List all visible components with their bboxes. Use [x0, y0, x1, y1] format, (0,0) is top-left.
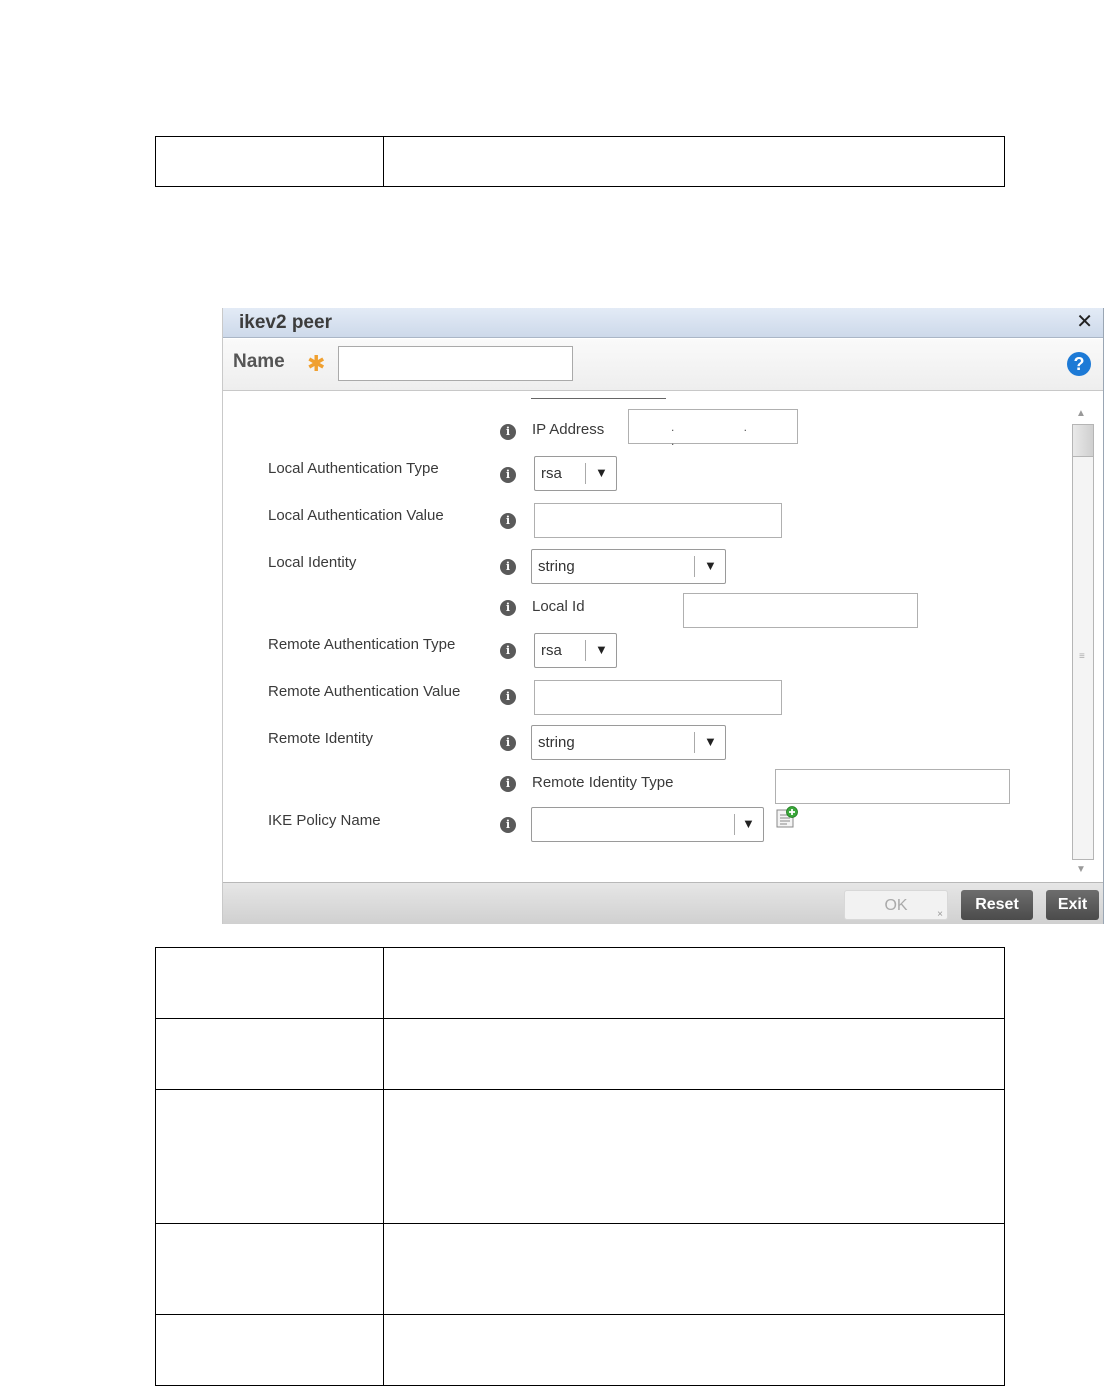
name-label: Name	[233, 351, 285, 372]
ok-button[interactable]: OK ×	[844, 890, 948, 920]
name-row: Name ✱ ?	[223, 339, 1103, 391]
info-icon[interactable]: i	[500, 600, 516, 616]
chevron-down-icon: ▼	[595, 642, 608, 657]
remote-auth-type-label: Remote Authentication Type	[268, 636, 456, 653]
bottom-doc-table	[155, 947, 1005, 1386]
table-row	[155, 1089, 1005, 1224]
remote-auth-value-input[interactable]	[534, 680, 782, 715]
table-row	[155, 947, 1005, 1019]
local-auth-type-label: Local Authentication Type	[268, 460, 439, 477]
select-separator	[585, 463, 586, 484]
info-icon[interactable]: i	[500, 817, 516, 833]
info-icon[interactable]: i	[500, 735, 516, 751]
ike-policy-name-label: IKE Policy Name	[268, 812, 381, 829]
remote-identity-value: string	[538, 734, 575, 751]
scroll-track[interactable]: ≡	[1072, 424, 1094, 860]
table-cell	[155, 1018, 384, 1090]
ip-address-label: IP Address	[532, 421, 605, 438]
help-icon[interactable]: ?	[1067, 352, 1091, 376]
form-area: i IP Address . . . Local Authentication …	[223, 392, 1103, 882]
local-identity-select[interactable]: string ▼	[531, 549, 726, 584]
table-cell	[155, 136, 384, 187]
table-cell	[155, 1314, 384, 1386]
scroll-up-icon[interactable]: ▲	[1076, 408, 1086, 419]
reset-button[interactable]: Reset	[961, 890, 1033, 920]
remote-identity-type-label: Remote Identity Type	[532, 774, 674, 791]
local-identity-value: string	[538, 558, 575, 575]
remote-auth-type-select[interactable]: rsa ▼	[534, 633, 617, 668]
ip-address-input[interactable]: . . .	[628, 409, 798, 448]
chevron-down-icon: ▼	[595, 465, 608, 480]
local-auth-type-select[interactable]: rsa ▼	[534, 456, 617, 491]
local-id-input[interactable]	[683, 593, 918, 628]
info-icon[interactable]: i	[500, 689, 516, 705]
chevron-down-icon: ▼	[704, 734, 717, 749]
local-auth-value-input[interactable]	[534, 503, 782, 538]
info-icon[interactable]: i	[500, 513, 516, 529]
chevron-down-icon: ▼	[742, 816, 755, 831]
table-row	[155, 1223, 1005, 1315]
table-cell	[383, 136, 1005, 187]
table-cell	[383, 1223, 1005, 1315]
add-document-icon[interactable]	[776, 806, 798, 828]
select-separator	[694, 732, 695, 753]
table-cell	[155, 1089, 384, 1224]
select-separator	[585, 640, 586, 661]
scroll-thumb[interactable]	[1073, 425, 1093, 457]
table-cell	[155, 1223, 384, 1315]
remote-identity-select[interactable]: string ▼	[531, 725, 726, 760]
chevron-down-icon: ▼	[704, 558, 717, 573]
vertical-scrollbar[interactable]: ▲ ≡ ▼	[1072, 408, 1094, 876]
scroll-down-icon[interactable]: ▼	[1076, 864, 1086, 875]
close-icon[interactable]: ✕	[1076, 311, 1093, 333]
ip-address-value: . . .	[671, 420, 781, 448]
local-auth-type-value: rsa	[541, 465, 562, 482]
dialog-title-bar: ikev2 peer ✕	[223, 308, 1103, 338]
remote-identity-type-input[interactable]	[775, 769, 1010, 804]
select-separator	[734, 814, 735, 835]
info-icon[interactable]: i	[500, 467, 516, 483]
top-doc-table	[155, 136, 1005, 187]
dialog-footer: OK × Reset Exit	[223, 882, 1103, 924]
required-star-icon: ✱	[307, 351, 326, 376]
info-icon[interactable]: i	[500, 424, 516, 440]
scroll-grip-icon: ≡	[1079, 651, 1085, 662]
table-row	[155, 1314, 1005, 1386]
remote-auth-value-label: Remote Authentication Value	[268, 683, 461, 700]
table-cell	[383, 947, 1005, 1019]
info-icon[interactable]: i	[500, 776, 516, 792]
local-id-label: Local Id	[532, 598, 585, 615]
ok-label: OK	[884, 897, 908, 914]
info-icon[interactable]: i	[500, 559, 516, 575]
ikev2-peer-dialog: ikev2 peer ✕ Name ✱ ? i IP Address . . .…	[222, 308, 1104, 924]
table-cell	[155, 947, 384, 1019]
dialog-title: ikev2 peer	[239, 312, 332, 333]
table-cell	[383, 1018, 1005, 1090]
exit-button[interactable]: Exit	[1046, 890, 1099, 920]
table-cell	[383, 1314, 1005, 1386]
local-identity-label: Local Identity	[268, 554, 357, 571]
divider	[531, 398, 666, 399]
table-row	[155, 136, 1005, 187]
remote-identity-label: Remote Identity	[268, 730, 374, 747]
close-icon: ×	[937, 909, 943, 920]
remote-auth-type-value: rsa	[541, 642, 562, 659]
table-cell	[383, 1089, 1005, 1224]
table-row	[155, 1018, 1005, 1090]
name-input[interactable]	[338, 346, 573, 381]
select-separator	[694, 556, 695, 577]
ike-policy-name-select[interactable]: ▼	[531, 807, 764, 842]
local-auth-value-label: Local Authentication Value	[268, 507, 444, 524]
info-icon[interactable]: i	[500, 643, 516, 659]
